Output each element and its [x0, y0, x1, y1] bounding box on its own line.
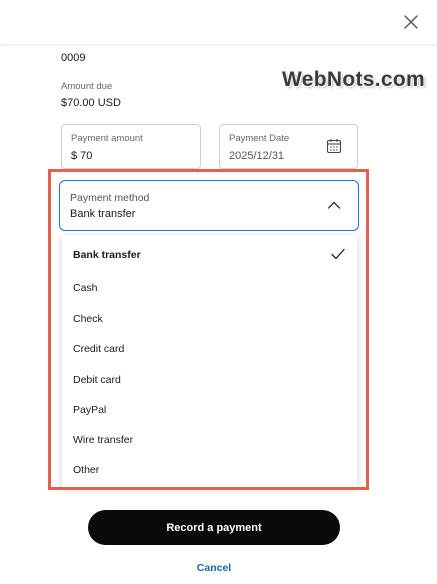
amount-due-value: $70.00 USD	[61, 97, 121, 109]
payment-date-label: Payment Date	[229, 133, 290, 144]
close-button[interactable]	[397, 8, 425, 36]
payment-amount-value: $ 70	[71, 150, 93, 162]
payment-date-value: 2025/12/31	[229, 150, 285, 162]
record-payment-button[interactable]: Record a payment	[88, 510, 340, 545]
modal-header	[0, 0, 437, 44]
amount-due-label: Amount due	[61, 81, 113, 92]
invoice-number: 0009	[61, 52, 86, 64]
payment-date-field[interactable]: Payment Date 2025/12/31	[219, 124, 358, 169]
payment-amount-label: Payment amount	[71, 133, 143, 144]
payment-amount-field[interactable]: Payment amount $ 70	[61, 124, 201, 169]
cancel-link[interactable]: Cancel	[0, 562, 428, 574]
highlight-annotation-box	[48, 169, 369, 490]
close-icon	[404, 15, 418, 29]
watermark: WebNots.com	[282, 68, 425, 91]
calendar-icon[interactable]	[326, 138, 342, 154]
